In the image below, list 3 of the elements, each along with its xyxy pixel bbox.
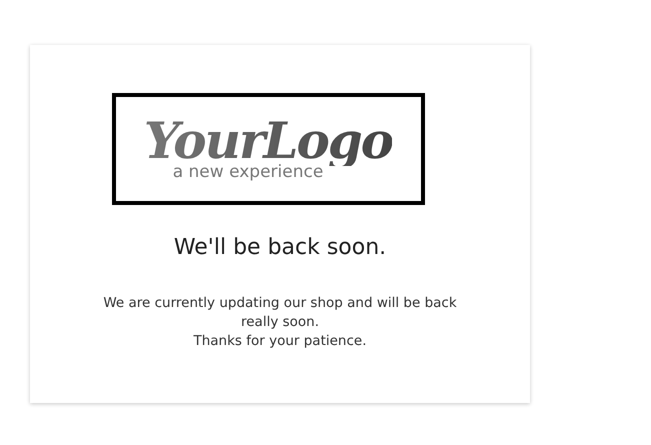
message-text: Thanks for your patience. [192,332,368,351]
message-text: We are currently updating our shop and will be back really soon. [102,294,458,332]
heading: We'll be back soon. [174,235,386,260]
